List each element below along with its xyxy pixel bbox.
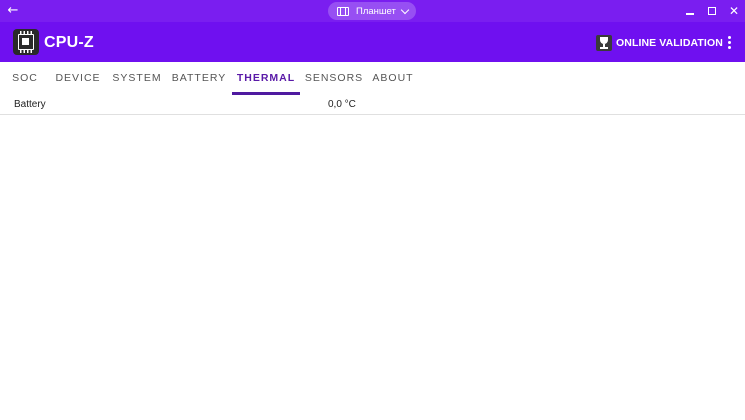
trophy-icon (596, 35, 612, 51)
window-mode-dropdown[interactable]: Планшет (328, 2, 416, 20)
maximize-icon (708, 7, 716, 15)
window-titlebar: ← Планшет ✕ (0, 0, 745, 22)
tab-thermal[interactable]: THERMAL (234, 62, 298, 96)
minimize-icon (686, 13, 694, 15)
close-button[interactable]: ✕ (726, 3, 742, 19)
minimize-button[interactable] (682, 3, 698, 19)
tab-system[interactable]: SYSTEM (110, 62, 164, 96)
cpu-chip-icon (13, 29, 39, 55)
thermal-zone-value: 0,0 °C (328, 99, 356, 110)
tab-battery[interactable]: BATTERY (170, 62, 228, 96)
more-vert-icon[interactable] (724, 34, 734, 52)
list-item: Battery 0,0 °C (0, 96, 745, 115)
tab-device[interactable]: DEVICE (54, 62, 102, 96)
back-button[interactable]: ← (6, 3, 20, 19)
tab-soc[interactable]: SOC (4, 62, 46, 96)
active-tab-indicator (232, 92, 300, 95)
tab-bar: SOC DEVICE SYSTEM BATTERY THERMAL SENSOR… (0, 62, 745, 96)
chevron-down-icon (400, 5, 410, 14)
maximize-button[interactable] (704, 3, 720, 19)
tab-sensors[interactable]: SENSORS (304, 62, 364, 96)
app-bar: CPU-Z ONLINE VALIDATION (0, 22, 745, 62)
tab-about[interactable]: ABOUT (370, 62, 416, 96)
window-mode-label: Планшет (356, 5, 396, 17)
online-validation-button[interactable]: ONLINE VALIDATION (596, 33, 723, 53)
close-icon: ✕ (728, 4, 740, 18)
app-title: CPU-Z (44, 34, 94, 51)
thermal-zone-name: Battery (14, 99, 46, 110)
arrow-left-icon: ← (7, 3, 19, 18)
online-validation-label: ONLINE VALIDATION (616, 37, 723, 49)
tablet-icon (337, 6, 349, 16)
